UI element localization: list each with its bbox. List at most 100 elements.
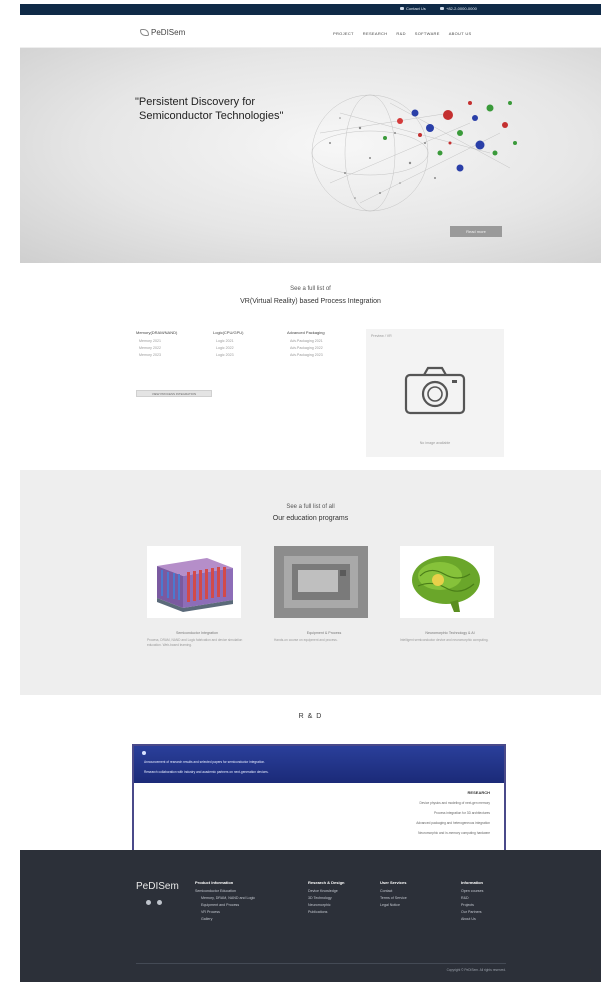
vr-link[interactable]: Logic 2023 [213, 353, 243, 357]
footer-column-product: Product Information Semiconductor Educat… [195, 880, 255, 924]
footer-link[interactable]: Memory, DRAM, NAND and Logic [195, 896, 255, 900]
vr-link[interactable]: Memory 2021 [136, 339, 177, 343]
vr-column-memory: Memory(DRAM/NAND) Memory 2021 Memory 202… [136, 330, 177, 360]
logo-text: PeDISem [151, 28, 186, 37]
education-title: Our education programs [272, 515, 349, 522]
brain-image [400, 546, 494, 618]
nav-rd[interactable]: R&D [396, 31, 405, 36]
nav-about[interactable]: ABOUT US [449, 31, 472, 36]
footer-link[interactable]: Contact [380, 889, 407, 893]
phone-icon [440, 7, 444, 10]
facebook-icon[interactable] [146, 900, 151, 905]
research-item[interactable]: Device physics and modeling of next-gen … [416, 801, 490, 805]
rd-banner-line[interactable]: Research collaboration with industry and… [144, 770, 269, 774]
education-card[interactable]: Semiconductor Integration Process, DRAM,… [147, 546, 247, 648]
vr-link[interactable]: Memory 2023 [136, 353, 177, 357]
vr-title: VR(Virtual Reality) based Process Integr… [240, 298, 381, 305]
footer-link[interactable]: Our Partners [461, 910, 483, 914]
footer-link[interactable]: Semiconductor Education [195, 889, 255, 893]
hero-title-line2: Semiconductor Technologies" [139, 110, 284, 122]
card-description: Hands-on course on equipment and process… [274, 638, 338, 642]
footer-link[interactable]: 3D Technology [308, 896, 344, 900]
vr-section: See a full list of VR(Virtual Reality) b… [20, 263, 601, 470]
vr-link[interactable]: Logic 2022 [213, 346, 243, 350]
footer-link[interactable]: Gallery [195, 917, 255, 921]
footer-link[interactable]: Equipment and Process [195, 903, 255, 907]
card-caption: Semiconductor Integration [176, 631, 218, 635]
footer-link[interactable]: About Us [461, 917, 483, 921]
education-subtitle: See a full list of all [286, 504, 335, 510]
main-nav: PROJECT RESEARCH R&D SOFTWARE ABOUT US [333, 31, 471, 36]
footer-divider [136, 963, 506, 964]
camera-icon [404, 366, 466, 415]
nav-software[interactable]: SOFTWARE [415, 31, 440, 36]
card-caption: Equipment & Process [306, 631, 342, 635]
site-header: PeDISem PROJECT RESEARCH R&D SOFTWARE AB… [20, 15, 601, 48]
vr-preview-panel: Preview / VR No image available [366, 329, 504, 457]
footer-heading: Product Information [195, 880, 234, 885]
logo[interactable]: PeDISem [140, 28, 185, 37]
research-item[interactable]: Advanced packaging and heterogeneous int… [416, 821, 490, 825]
copyright-text: Copyright © PeDISem. All rights reserved… [446, 968, 506, 972]
nav-research[interactable]: RESEARCH [363, 31, 388, 36]
network-globe-illustration [311, 94, 517, 212]
footer-column-info: Information Open courses R&D Projects Ou… [461, 880, 483, 924]
footer-link[interactable]: Publications [308, 910, 344, 914]
preview-label: Preview / VR [371, 334, 392, 338]
footer-link[interactable]: VR Process [195, 910, 255, 914]
research-item[interactable]: Process integration for 3D architectures [416, 811, 490, 815]
read-more-button[interactable]: Read more [450, 226, 502, 237]
footer-column-services: User Services Contact Terms of Service L… [380, 880, 407, 910]
equipment-image [274, 546, 368, 618]
chip-3d-image [147, 546, 241, 618]
footer-link[interactable]: R&D [461, 896, 483, 900]
vr-column-logic: Logic(CPU/GPU) Logic 2021 Logic 2022 Log… [213, 330, 243, 360]
vr-link[interactable]: Adv.Packaging 2022 [287, 346, 325, 350]
footer-logo[interactable]: PeDISem [136, 881, 179, 892]
mail-icon [400, 7, 404, 10]
footer-heading: Information [461, 880, 483, 885]
page: Contact Us +82-2-0000-0000 PeDISem PROJE… [20, 4, 601, 982]
research-item[interactable]: Neuromorphic and in-memory computing har… [416, 831, 490, 835]
footer-link[interactable]: Projects [461, 903, 483, 907]
card-caption: Neuromorphic Technology & AI [425, 631, 475, 635]
card-description: Process, DRAM, NAND and Logic fabricatio… [147, 638, 243, 647]
vr-link[interactable]: Adv.Packaging 2021 [287, 339, 325, 343]
preview-caption: No image available [419, 441, 451, 445]
vr-link[interactable]: Logic 2021 [213, 339, 243, 343]
phone-link[interactable]: +82-2-0000-0000 [440, 6, 477, 11]
nav-project[interactable]: PROJECT [333, 31, 354, 36]
vr-subtitle: See a full list of [290, 286, 331, 292]
vr-column-heading: Logic(CPU/GPU) [213, 330, 244, 335]
research-list: RESEARCH Device physics and modeling of … [416, 790, 490, 841]
footer-link[interactable]: Legal Notice [380, 903, 407, 907]
footer-link[interactable]: Neuromorphic [308, 903, 344, 907]
card-description: Intelligent semiconductor device and neu… [400, 638, 489, 642]
phone-text: +82-2-0000-0000 [446, 6, 477, 11]
rd-banner: Announcement of research results and sel… [134, 746, 504, 783]
footer-column-research: Research & Design Device Knowledge 3D Te… [308, 880, 344, 917]
vr-link[interactable]: Adv.Packaging 2023 [287, 353, 325, 357]
youtube-icon[interactable] [157, 900, 162, 905]
hero-title: "Persistent Discovery for Semiconductor … [135, 95, 283, 123]
logo-icon [140, 29, 149, 36]
vr-link[interactable]: Memory 2022 [136, 346, 177, 350]
footer-heading: Research & Design [308, 880, 345, 885]
footer-link[interactable]: Terms of Service [380, 896, 407, 900]
view-process-button[interactable]: VIEW PROCESS INTEGRATION [136, 390, 212, 397]
rd-title: R & D [298, 713, 323, 720]
footer-link[interactable]: Device Knowledge [308, 889, 344, 893]
hero-title-line1: "Persistent Discovery for [135, 96, 256, 108]
rd-panel: Announcement of research results and sel… [132, 744, 506, 860]
footer-link[interactable]: Open courses [461, 889, 483, 893]
scroll-to-top-icon[interactable]: ↑ [588, 966, 592, 975]
education-card[interactable]: Neuromorphic Technology & AI Intelligent… [400, 546, 500, 643]
contact-link[interactable]: Contact Us [400, 6, 426, 11]
top-bar: Contact Us +82-2-0000-0000 [20, 4, 601, 15]
vr-column-packaging: Advanced Packaging Adv.Packaging 2021 Ad… [287, 330, 325, 360]
research-heading: RESEARCH [467, 790, 490, 795]
education-card[interactable]: Equipment & Process Hands-on course on e… [274, 546, 374, 643]
rd-banner-line[interactable]: Announcement of research results and sel… [144, 760, 265, 764]
vr-column-heading: Advanced Packaging [287, 330, 325, 335]
vr-column-heading: Memory(DRAM/NAND) [136, 330, 178, 335]
